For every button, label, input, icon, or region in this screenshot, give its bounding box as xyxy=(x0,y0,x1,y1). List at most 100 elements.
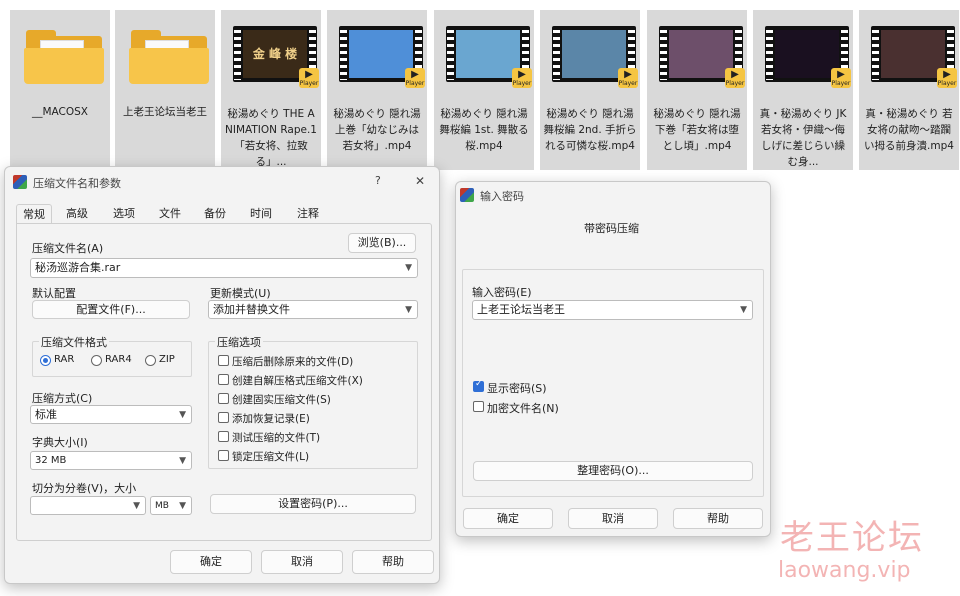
option-checkbox[interactable] xyxy=(218,431,229,442)
tab-advanced[interactable]: 高级 xyxy=(60,204,94,224)
options-group-title: 压缩选项 xyxy=(215,334,263,350)
format-group-title: 压缩文件格式 xyxy=(39,334,109,350)
set-password-button[interactable]: 设置密码(P)... xyxy=(210,494,416,514)
archive-name-input[interactable]: 秘汤巡游合集.rar ▼ xyxy=(30,258,418,278)
player-badge-icon: ▶ Player xyxy=(725,68,745,88)
dict-select[interactable]: 32 MB ▼ xyxy=(30,451,192,470)
video-file-item[interactable]: ▶ Player 秘湯めぐり 隠れ湯 上巻「幼なじみは若女将」.mp4 xyxy=(327,10,427,170)
split-unit-value: MB xyxy=(155,501,169,511)
chevron-down-icon: ▼ xyxy=(179,501,186,511)
folder-item[interactable]: __MACOSX xyxy=(10,10,110,170)
update-mode-select[interactable]: 添加并替换文件 ▼ xyxy=(208,300,418,319)
default-config-label: 默认配置 xyxy=(32,287,76,300)
file-name: 真・秘湯めぐり JK若女将・伊織〜侮しげに差じらい繰む身... xyxy=(759,108,847,168)
tab-options[interactable]: 选项 xyxy=(107,204,141,224)
format-radio-label: ZIP xyxy=(159,354,175,365)
folder-item[interactable]: 上老王论坛当老王 xyxy=(115,10,215,170)
archive-name-label: 压缩文件名(A) xyxy=(32,242,104,255)
password-value: 上老王论坛当老王 xyxy=(477,303,565,316)
encrypt-names-label: 加密文件名(N) xyxy=(487,402,559,415)
split-size-input[interactable]: ▼ xyxy=(30,496,146,515)
video-thumbnail: ▶ Player xyxy=(337,22,425,88)
video-thumbnail: ▶ Player xyxy=(869,22,957,88)
encrypt-names-checkbox[interactable] xyxy=(473,401,484,412)
show-password-label: 显示密码(S) xyxy=(487,382,547,395)
video-thumbnail: ▶ Player xyxy=(763,22,851,88)
password-input[interactable]: 上老王论坛当老王 ▼ xyxy=(472,300,753,320)
file-name: 秘湯めぐり 隠れ湯 下巻「若女将は堕とし頃」.mp4 xyxy=(653,108,741,152)
winrar-icon xyxy=(460,188,474,202)
video-file-item[interactable]: ▶ Player 秘湯めぐり 隠れ湯 舞桜編 1st. 舞散る桜.mp4 xyxy=(434,10,534,170)
video-thumbnail: ▶ Player xyxy=(444,22,532,88)
update-mode-value: 添加并替换文件 xyxy=(213,303,290,316)
video-file-item[interactable]: ▶ Player 秘湯めぐり 隠れ湯 舞桜編 2nd. 手折られる可憐な桜.mp4 xyxy=(540,10,640,170)
video-file-item[interactable]: 金 峰 楼 ▶ Player 秘湯めぐり THE ANIMATION Rape.1「若… xyxy=(221,10,321,170)
archive-cancel-button[interactable]: 取消 xyxy=(261,550,343,574)
split-label: 切分为分卷(V)，大小 xyxy=(32,482,137,495)
player-badge-icon: ▶ Player xyxy=(512,68,532,88)
password-dialog-header: 带密码压缩 xyxy=(584,222,639,235)
tab-time[interactable]: 时间 xyxy=(244,204,278,224)
file-name: 真・秘湯めぐり 若女将の献吻〜踏躙い拇る前身潰.mp4 xyxy=(864,108,954,152)
password-dialog-title: 输入密码 xyxy=(480,190,524,203)
player-badge-icon: ▶ Player xyxy=(299,68,319,88)
password-dialog-titlebar[interactable]: 输入密码 xyxy=(456,182,770,212)
show-password-checkbox[interactable] xyxy=(473,379,484,392)
chevron-down-icon[interactable]: ▼ xyxy=(405,259,412,277)
split-unit-select[interactable]: MB ▼ xyxy=(150,496,192,515)
video-file-item[interactable]: ▶ Player 秘湯めぐり 隠れ湯 下巻「若女将は堕とし頃」.mp4 xyxy=(647,10,747,170)
chevron-down-icon: ▼ xyxy=(179,410,186,420)
profile-button[interactable]: 配置文件(F)... xyxy=(32,300,190,319)
archive-dialog-titlebar[interactable]: 压缩文件名和参数 ? ✕ xyxy=(5,167,439,197)
option-checkbox[interactable] xyxy=(218,412,229,423)
tab-general[interactable]: 常规 xyxy=(16,204,52,224)
method-value: 标准 xyxy=(35,408,57,421)
option-checkbox[interactable] xyxy=(218,374,229,385)
method-label: 压缩方式(C) xyxy=(32,392,93,405)
file-name: 秘湯めぐり 隠れ湯 舞桜編 2nd. 手折られる可憐な桜.mp4 xyxy=(543,108,637,152)
file-name: 秘湯めぐり 隠れ湯 舞桜編 1st. 舞散る桜.mp4 xyxy=(439,108,529,152)
password-cancel-button[interactable]: 取消 xyxy=(568,508,658,529)
file-name: 秘湯めぐり 隠れ湯 上巻「幼なじみは若女将」.mp4 xyxy=(333,108,421,152)
method-select[interactable]: 标准 ▼ xyxy=(30,405,192,424)
archive-name-value: 秘汤巡游合集.rar xyxy=(35,261,121,274)
video-thumbnail: ▶ Player xyxy=(550,22,638,88)
video-file-item[interactable]: ▶ Player 真・秘湯めぐり JK若女将・伊織〜侮しげに差じらい繰む身... xyxy=(753,10,853,170)
password-help-button[interactable]: 帮助 xyxy=(673,508,763,529)
organize-passwords-button[interactable]: 整理密码(O)... xyxy=(473,461,753,481)
archive-dialog-title: 压缩文件名和参数 xyxy=(33,177,121,190)
tab-files[interactable]: 文件 xyxy=(153,204,187,224)
help-icon[interactable]: ? xyxy=(375,174,381,187)
folder-icon xyxy=(20,22,104,84)
chevron-down-icon[interactable]: ▼ xyxy=(740,301,747,319)
folder-icon xyxy=(125,22,209,84)
browse-button[interactable]: 浏览(B)... xyxy=(348,233,416,253)
option-label: 创建自解压格式压缩文件(X) xyxy=(232,375,363,387)
tab-comment[interactable]: 注释 xyxy=(291,204,325,224)
option-checkbox[interactable] xyxy=(218,393,229,404)
format-radio-rar4[interactable] xyxy=(91,355,102,366)
player-badge-icon: ▶ Player xyxy=(831,68,851,88)
player-badge-icon: ▶ Player xyxy=(405,68,425,88)
chevron-down-icon: ▼ xyxy=(405,305,412,315)
option-label: 测试压缩的文件(T) xyxy=(232,432,321,444)
option-checkbox[interactable] xyxy=(218,450,229,461)
format-radio-zip[interactable] xyxy=(145,355,156,366)
tab-backup[interactable]: 备份 xyxy=(198,204,232,224)
watermark-url: laowang.vip xyxy=(778,558,911,583)
password-ok-button[interactable]: 确定 xyxy=(463,508,553,529)
player-badge-icon: ▶ Player xyxy=(937,68,957,88)
format-radio-rar[interactable] xyxy=(40,355,51,366)
archive-help-button[interactable]: 帮助 xyxy=(352,550,434,574)
update-mode-label: 更新模式(U) xyxy=(210,287,271,300)
chevron-down-icon: ▼ xyxy=(133,501,140,511)
format-radio-label: RAR4 xyxy=(105,354,132,365)
video-file-item[interactable]: ▶ Player 真・秘湯めぐり 若女将の献吻〜踏躙い拇る前身潰.mp4 xyxy=(859,10,959,170)
archive-ok-button[interactable]: 确定 xyxy=(170,550,252,574)
option-checkbox[interactable] xyxy=(218,355,229,366)
file-name: 秘湯めぐり THE ANIMATION Rape.1「若女将、拉致る」... xyxy=(225,108,317,168)
dict-value: 32 MB xyxy=(35,455,67,466)
close-icon[interactable]: ✕ xyxy=(415,174,425,188)
video-thumbnail: ▶ Player xyxy=(657,22,745,88)
file-name: __MACOSX xyxy=(31,106,88,118)
